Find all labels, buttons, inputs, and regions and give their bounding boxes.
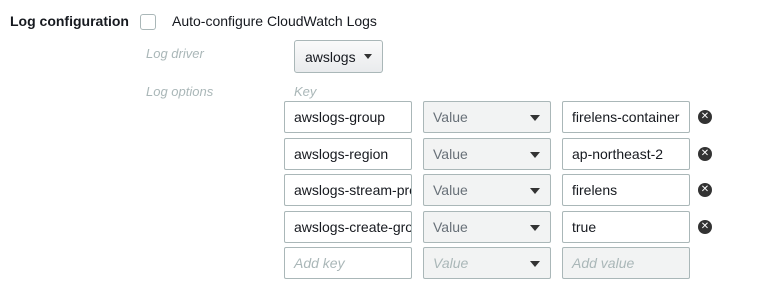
caret-down-icon bbox=[530, 261, 540, 267]
key-column-header: Key bbox=[294, 84, 317, 99]
log-driver-dropdown[interactable]: awslogs bbox=[294, 40, 383, 73]
add-type-select[interactable]: Value bbox=[423, 247, 551, 279]
log-option-value-input[interactable]: firelens bbox=[562, 174, 690, 206]
log-option-type-value: Value bbox=[433, 109, 468, 125]
log-options-label: Log options bbox=[146, 84, 214, 99]
log-option-type-value: Value bbox=[433, 219, 468, 235]
log-option-key-input[interactable]: awslogs-group bbox=[284, 101, 412, 133]
close-circle-icon[interactable]: ✕ bbox=[698, 183, 712, 197]
close-circle-icon[interactable]: ✕ bbox=[698, 110, 712, 124]
log-option-value-input[interactable]: true bbox=[562, 211, 690, 243]
log-option-type-value: Value bbox=[433, 146, 468, 162]
caret-down-icon bbox=[530, 188, 540, 194]
caret-down-icon bbox=[530, 152, 540, 158]
log-option-type-select[interactable]: Value bbox=[423, 174, 551, 206]
log-driver-value: awslogs bbox=[305, 48, 356, 65]
log-option-value-input[interactable]: firelens-container bbox=[562, 101, 690, 133]
log-option-type-value: Value bbox=[433, 182, 468, 198]
caret-down-icon bbox=[363, 54, 372, 59]
add-key-input[interactable]: Add key bbox=[284, 247, 412, 279]
log-option-type-select[interactable]: Value bbox=[423, 138, 551, 170]
close-circle-icon[interactable]: ✕ bbox=[698, 147, 712, 161]
add-value-input[interactable]: Add value bbox=[562, 247, 690, 279]
caret-down-icon bbox=[530, 225, 540, 231]
log-option-key-input[interactable]: awslogs-stream-prefix bbox=[284, 174, 412, 206]
auto-configure-label[interactable]: Auto-configure CloudWatch Logs bbox=[172, 13, 377, 29]
section-title: Log configuration bbox=[10, 13, 129, 29]
add-type-placeholder: Value bbox=[433, 255, 469, 271]
close-circle-icon[interactable]: ✕ bbox=[698, 220, 712, 234]
log-option-key-input[interactable]: awslogs-create-group bbox=[284, 211, 412, 243]
log-option-value-input[interactable]: ap-northeast-2 bbox=[562, 138, 690, 170]
log-option-type-select[interactable]: Value bbox=[423, 101, 551, 133]
log-option-key-input[interactable]: awslogs-region bbox=[284, 138, 412, 170]
log-option-type-select[interactable]: Value bbox=[423, 211, 551, 243]
caret-down-icon bbox=[530, 115, 540, 121]
log-driver-label: Log driver bbox=[146, 46, 204, 61]
auto-configure-checkbox[interactable] bbox=[140, 14, 156, 30]
